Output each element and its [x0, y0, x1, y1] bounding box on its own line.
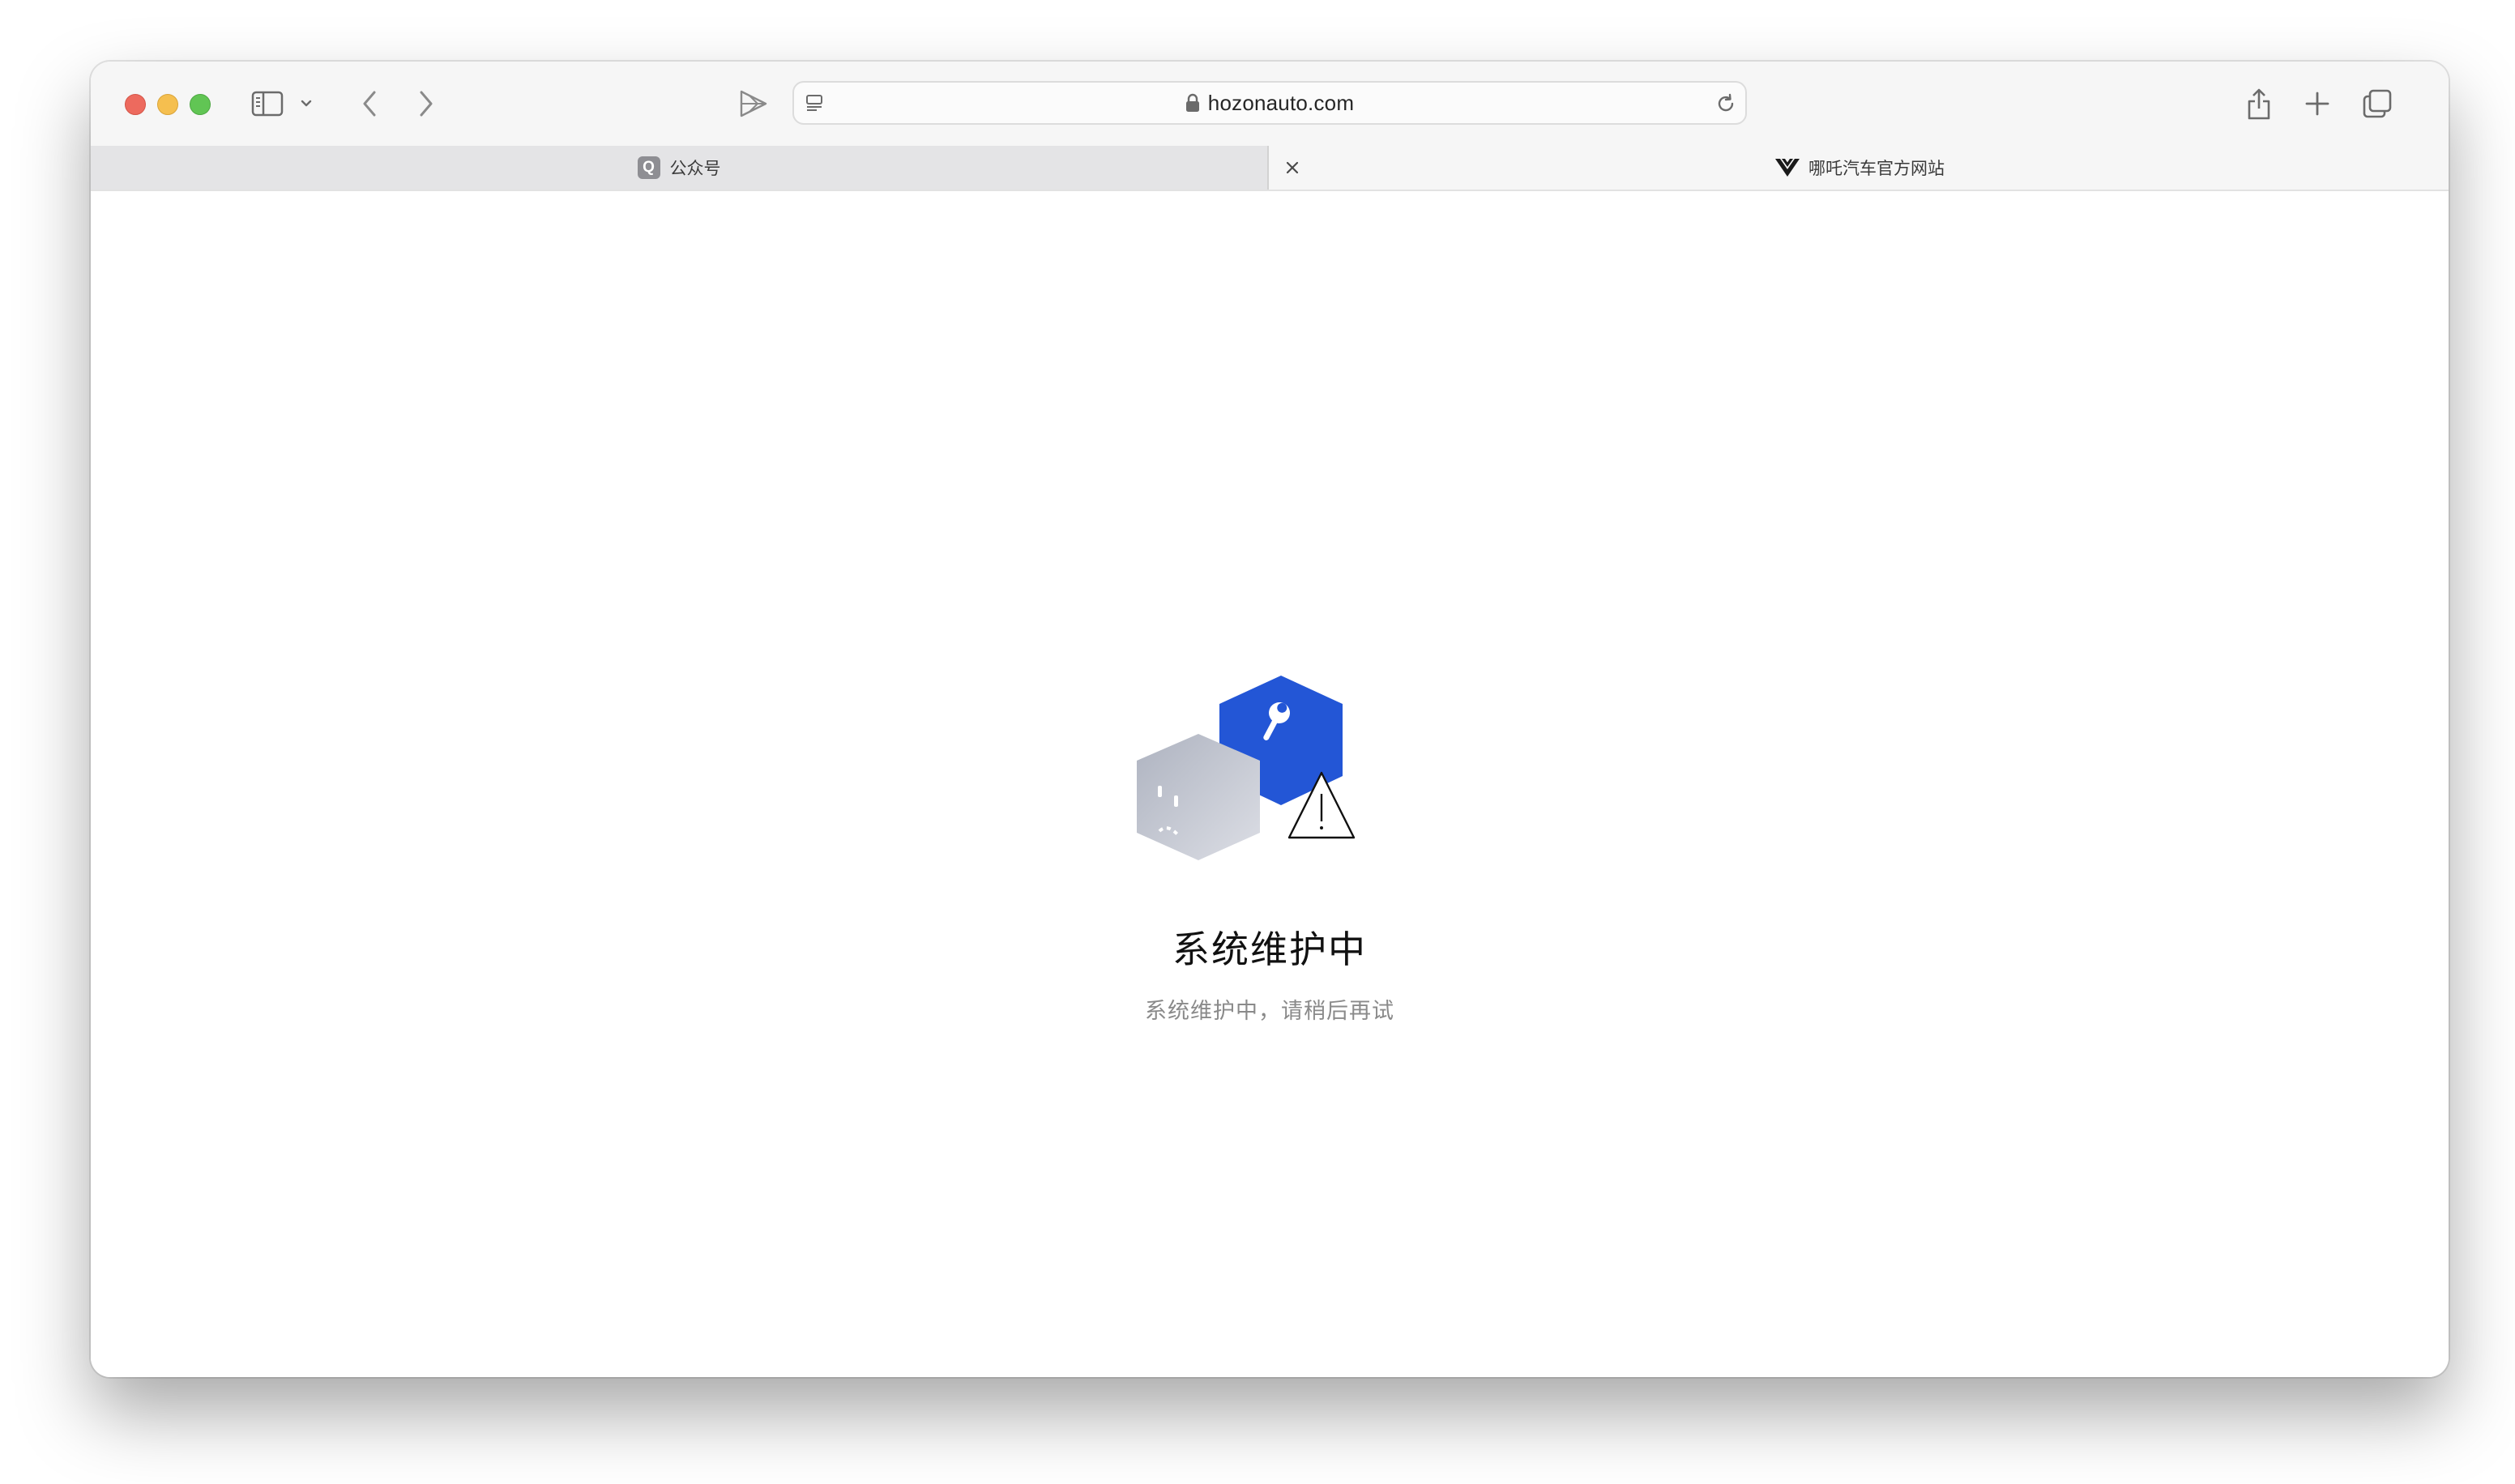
lock-icon — [1185, 93, 1200, 113]
browser-toolbar: hozonauto.com — [91, 62, 2449, 146]
back-icon[interactable] — [353, 86, 386, 122]
sidebar-icon[interactable] — [250, 87, 285, 120]
tab-gongzhonghao[interactable]: Q 公众号 — [91, 146, 1269, 190]
tab-bar: Q 公众号 哪吒汽车官方网站 — [91, 146, 2449, 191]
minimize-window-button[interactable] — [157, 94, 178, 115]
page-content: 系统维护中 系统维护中，请稍后再试 — [91, 191, 2449, 1377]
maintenance-illustration — [1135, 671, 1394, 901]
zoom-window-button[interactable] — [190, 94, 211, 115]
page-subtitle: 系统维护中，请稍后再试 — [1145, 999, 1394, 1024]
share-icon[interactable] — [2243, 84, 2275, 123]
browser-window: hozonauto.com Q 公众号 哪吒汽车官方网站 系统维护中 系统维护中… — [91, 62, 2449, 1377]
extension-icon[interactable] — [736, 87, 771, 120]
tab-label: 哪吒汽车官方网站 — [1808, 160, 1945, 178]
page-title: 系统维护中 — [1172, 927, 1367, 971]
address-url: hozonauto.com — [794, 83, 1745, 123]
tab-hozon-official[interactable]: 哪吒汽车官方网站 — [1270, 146, 2449, 190]
hozon-logo-icon — [1774, 157, 1800, 178]
reload-icon[interactable] — [1713, 91, 1739, 117]
chevron-down-icon[interactable] — [297, 94, 316, 113]
plus-icon[interactable] — [2301, 86, 2334, 122]
address-url-text: hozonauto.com — [1207, 90, 1355, 115]
q-favicon: Q — [637, 156, 660, 179]
close-icon[interactable] — [1280, 146, 1304, 190]
grey-hexagon — [1137, 734, 1260, 860]
tab-label: 公众号 — [669, 160, 721, 178]
close-window-button[interactable] — [125, 94, 146, 115]
forward-icon[interactable] — [410, 86, 442, 122]
address-bar[interactable]: hozonauto.com — [792, 81, 1747, 125]
tabs-overview-icon[interactable] — [2359, 86, 2395, 122]
